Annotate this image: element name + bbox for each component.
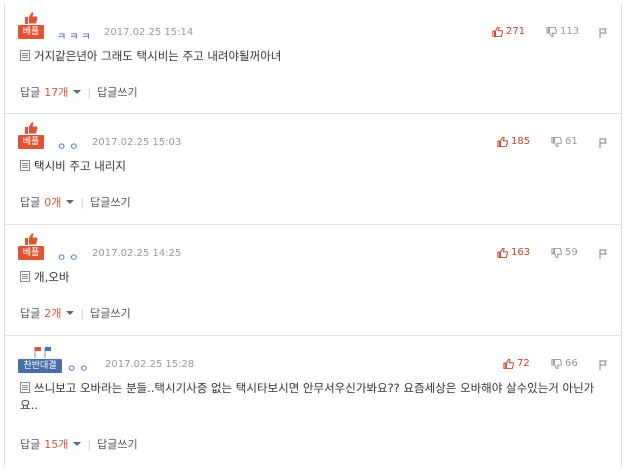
comment-date: 2017.02.25 15:28 bbox=[105, 359, 195, 370]
best-badge: 베플 bbox=[18, 233, 44, 261]
chevron-down-icon[interactable] bbox=[66, 311, 75, 315]
best-badge: 베플 bbox=[18, 12, 44, 40]
thumb-down-icon bbox=[546, 26, 557, 37]
like-button[interactable]: 185 bbox=[497, 136, 530, 147]
dislike-count: 61 bbox=[565, 136, 578, 147]
reply-row: 답글 0개 | 답글쓰기 bbox=[20, 194, 131, 210]
comment-item: 베플 ㅇㅇ 2017.02.25 15:03 185 61 택시비 주고 내리지… bbox=[5, 114, 621, 225]
best-badge-label: 베플 bbox=[18, 246, 44, 260]
document-icon bbox=[20, 160, 30, 171]
reply-label: 답글 bbox=[20, 438, 41, 451]
dislike-button[interactable]: 59 bbox=[551, 247, 578, 258]
chevron-down-icon[interactable] bbox=[73, 90, 82, 94]
reply-label: 답글 bbox=[20, 307, 41, 320]
dislike-count: 66 bbox=[565, 358, 578, 369]
reply-toggle[interactable]: 답글 0개 bbox=[20, 194, 61, 210]
write-reply-link[interactable]: 답글쓰기 bbox=[90, 305, 130, 321]
reply-row: 답글 15개 | 답글쓰기 bbox=[20, 436, 138, 452]
report-icon[interactable] bbox=[598, 138, 609, 149]
like-button[interactable]: 72 bbox=[503, 358, 530, 369]
comment-text: 쓰니보고 오바라는 분들..택시기사증 없는 택시타보시면 안무서우신가봐요??… bbox=[20, 381, 595, 412]
comment-body: 개,오바 bbox=[20, 269, 610, 286]
reply-count: 17개 bbox=[44, 86, 69, 99]
report-icon[interactable] bbox=[598, 28, 609, 39]
document-icon bbox=[20, 50, 30, 61]
reply-count: 2개 bbox=[44, 307, 62, 320]
flags-icon bbox=[34, 347, 51, 358]
best-badge: 베플 bbox=[18, 122, 44, 150]
dislike-button[interactable]: 66 bbox=[551, 358, 578, 369]
dislike-count: 113 bbox=[560, 26, 580, 37]
reply-toggle[interactable]: 답글 15개 bbox=[20, 436, 68, 452]
separator: | bbox=[87, 437, 92, 451]
like-count: 163 bbox=[511, 247, 531, 258]
like-count: 185 bbox=[511, 136, 531, 147]
thumb-up-icon bbox=[25, 122, 38, 134]
comment-nickname[interactable]: ㅋㅋㅋ bbox=[57, 28, 94, 43]
chevron-down-icon[interactable] bbox=[73, 442, 82, 446]
write-reply-link[interactable]: 답글쓰기 bbox=[97, 84, 137, 100]
comment-text: 개,오바 bbox=[34, 270, 70, 284]
comment-item: 베플 ㅋㅋㅋ 2017.02.25 15:14 271 113 거지같은년아 그… bbox=[5, 4, 621, 114]
report-icon[interactable] bbox=[598, 360, 609, 371]
separator: | bbox=[87, 85, 92, 99]
reply-toggle[interactable]: 답글 2개 bbox=[20, 305, 61, 321]
reply-row: 답글 17개 | 답글쓰기 bbox=[20, 84, 138, 100]
reply-row: 답글 2개 | 답글쓰기 bbox=[20, 305, 131, 321]
reply-label: 답글 bbox=[20, 86, 41, 99]
comment-date: 2017.02.25 15:03 bbox=[92, 137, 182, 148]
reply-label: 답글 bbox=[20, 196, 41, 209]
comment-nickname[interactable]: ㅇㅇ bbox=[57, 249, 81, 264]
best-badge-label: 베플 bbox=[18, 25, 44, 39]
separator: | bbox=[80, 195, 85, 209]
versus-badge-label: 찬반대결 bbox=[18, 359, 62, 373]
document-icon bbox=[20, 271, 30, 282]
dislike-count: 59 bbox=[565, 247, 578, 258]
dislike-button[interactable]: 61 bbox=[551, 136, 578, 147]
thumb-down-icon bbox=[551, 247, 562, 258]
thumb-up-icon bbox=[25, 12, 38, 24]
comment-date: 2017.02.25 15:14 bbox=[104, 27, 194, 38]
write-reply-link[interactable]: 답글쓰기 bbox=[97, 436, 137, 452]
thumb-up-icon bbox=[497, 247, 508, 258]
thumb-up-icon bbox=[497, 136, 508, 147]
comment-list: 베플 ㅋㅋㅋ 2017.02.25 15:14 271 113 거지같은년아 그… bbox=[4, 4, 622, 467]
thumb-up-icon bbox=[25, 233, 38, 245]
comment-text: 택시비 주고 내리지 bbox=[34, 159, 126, 173]
comment-nickname[interactable]: ㅇㅇ bbox=[67, 360, 91, 375]
comment-item: 베플 ㅇㅇ 2017.02.25 14:25 163 59 개,오바 답글 2개 … bbox=[5, 225, 621, 336]
comment-body: 거지같은년아 그래도 택시비는 주고 내려야될꺼아녀 bbox=[20, 48, 610, 65]
thumb-down-icon bbox=[551, 136, 562, 147]
comment-nickname[interactable]: ㅇㅇ bbox=[57, 138, 81, 153]
reply-count: 0개 bbox=[44, 196, 62, 209]
thumb-down-icon bbox=[551, 358, 562, 369]
thumb-up-icon bbox=[503, 358, 514, 369]
report-icon[interactable] bbox=[598, 249, 609, 260]
thumb-up-icon bbox=[492, 26, 503, 37]
best-badge-label: 베플 bbox=[18, 135, 44, 149]
like-button[interactable]: 163 bbox=[497, 247, 530, 258]
comment-date: 2017.02.25 14:25 bbox=[92, 248, 182, 259]
write-reply-link[interactable]: 답글쓰기 bbox=[90, 194, 130, 210]
like-button[interactable]: 271 bbox=[492, 26, 525, 37]
comment-text: 거지같은년아 그래도 택시비는 주고 내려야될꺼아녀 bbox=[34, 49, 282, 63]
reply-toggle[interactable]: 답글 17개 bbox=[20, 84, 68, 100]
reply-count: 15개 bbox=[44, 438, 69, 451]
dislike-button[interactable]: 113 bbox=[546, 26, 579, 37]
comment-item: 찬반대결 ㅇㅇ 2017.02.25 15:28 72 66 쓰니보고 오바라는… bbox=[5, 336, 621, 467]
document-icon bbox=[20, 382, 30, 393]
comment-body: 쓰니보고 오바라는 분들..택시기사증 없는 택시타보시면 안무서우신가봐요??… bbox=[20, 380, 610, 414]
versus-badge: 찬반대결 bbox=[18, 346, 62, 374]
like-count: 72 bbox=[517, 358, 530, 369]
like-count: 271 bbox=[506, 26, 526, 37]
chevron-down-icon[interactable] bbox=[66, 200, 75, 204]
separator: | bbox=[80, 306, 85, 320]
comment-body: 택시비 주고 내리지 bbox=[20, 158, 610, 175]
